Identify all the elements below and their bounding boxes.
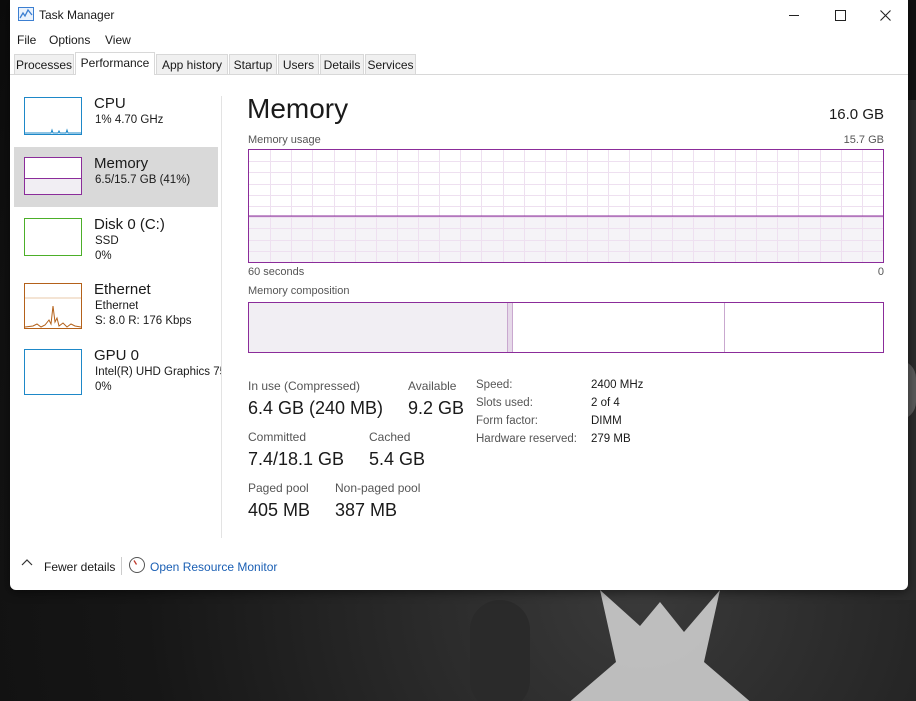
- sidebar-disk-name: Disk 0 (C:): [94, 216, 165, 233]
- tab-startup[interactable]: Startup: [229, 54, 277, 74]
- memory-composition-label: Memory composition: [248, 285, 350, 297]
- time-axis-label: 60 seconds: [248, 266, 305, 278]
- tab-services[interactable]: Services: [365, 54, 416, 74]
- sidebar-ethernet-adapter: Ethernet: [95, 300, 139, 312]
- memory-total: 16.0 GB: [828, 106, 884, 123]
- memory-detail-panel: Memory 16.0 GB Memory usage 15.7 GB 60 s…: [247, 88, 888, 538]
- resource-monitor-icon[interactable]: [129, 557, 145, 573]
- wallpaper-shape: [470, 600, 530, 701]
- chevron-up-icon[interactable]: [21, 558, 33, 568]
- tab-app-history[interactable]: App history: [156, 54, 228, 74]
- disk-thumbnail-graph: [24, 218, 82, 256]
- sidebar-gpu-usage: 0%: [95, 381, 112, 393]
- committed-value: 7.4/18.1 GB: [248, 449, 345, 469]
- minimize-icon: [789, 14, 799, 16]
- menu-bar: File Options View: [10, 30, 908, 50]
- title-bar[interactable]: Task Manager: [10, 0, 908, 30]
- maximize-button[interactable]: [817, 0, 863, 30]
- tab-details[interactable]: Details: [320, 54, 364, 74]
- page-title: Memory: [247, 93, 349, 124]
- sidebar-memory-name: Memory: [94, 155, 149, 172]
- memory-composition-bar: [248, 302, 884, 353]
- close-button[interactable]: [862, 0, 908, 30]
- available-label: Available: [408, 379, 457, 393]
- sidebar-item-cpu[interactable]: CPU 1% 4.70 GHz: [14, 88, 218, 148]
- tab-bar: Processes Performance App history Startu…: [10, 52, 908, 75]
- memory-usage-graph: [248, 149, 884, 263]
- sidebar-disk-usage: 0%: [95, 250, 112, 262]
- form-factor-value: DIMM: [591, 415, 622, 427]
- sidebar-divider: [221, 96, 222, 538]
- time-axis-end: 0: [877, 266, 884, 278]
- committed-label: Committed: [248, 430, 307, 444]
- task-manager-icon: [18, 7, 34, 21]
- nonpaged-pool-label: Non-paged pool: [335, 481, 421, 495]
- in-use-value: 6.4 GB (240 MB): [248, 398, 384, 418]
- sidebar-ethernet-throughput: S: 8.0 R: 176 Kbps: [95, 315, 192, 327]
- fewer-details-button[interactable]: Fewer details: [44, 560, 115, 574]
- tab-users[interactable]: Users: [278, 54, 319, 74]
- sidebar-item-memory[interactable]: Memory 6.5/15.7 GB (41%): [14, 147, 218, 207]
- maximize-icon: [834, 9, 846, 21]
- available-value: 9.2 GB: [408, 398, 465, 418]
- window-title: Task Manager: [39, 8, 115, 22]
- footer-bar: Fewer details Open Resource Monitor: [10, 552, 908, 580]
- sidebar-cpu-name: CPU: [94, 95, 126, 112]
- cpu-thumbnail-graph: [24, 97, 82, 135]
- menu-view[interactable]: View: [105, 33, 131, 47]
- sidebar-gpu-model: Intel(R) UHD Graphics 750: [95, 366, 221, 378]
- sidebar-gpu-name: GPU 0: [94, 347, 140, 364]
- sidebar-item-disk[interactable]: Disk 0 (C:) SSD 0%: [14, 208, 218, 270]
- footer-separator: [121, 557, 122, 575]
- composition-modified: [508, 303, 513, 352]
- composition-standby-divider: [724, 303, 725, 352]
- hardware-reserved-value: 279 MB: [591, 433, 631, 445]
- sidebar-item-ethernet[interactable]: Ethernet Ethernet S: 8.0 R: 176 Kbps: [14, 274, 218, 336]
- nonpaged-pool-value: 387 MB: [335, 500, 398, 520]
- task-manager-window: Task Manager File Options View Processes…: [10, 0, 908, 590]
- hardware-reserved-label: Hardware reserved:: [476, 433, 577, 445]
- paged-pool-value: 405 MB: [248, 500, 311, 520]
- paged-pool-label: Paged pool: [248, 481, 309, 495]
- cached-value: 5.4 GB: [369, 449, 426, 469]
- close-icon: [879, 9, 891, 21]
- memory-thumbnail-graph: [24, 157, 82, 195]
- tab-processes[interactable]: Processes: [14, 54, 74, 74]
- memory-usage-label: Memory usage: [248, 134, 321, 146]
- form-factor-label: Form factor:: [476, 415, 538, 427]
- menu-file[interactable]: File: [17, 33, 36, 47]
- open-resource-monitor-link[interactable]: Open Resource Monitor: [150, 560, 277, 574]
- cached-label: Cached: [369, 430, 411, 444]
- sidebar-memory-detail: 6.5/15.7 GB (41%): [95, 174, 191, 186]
- sidebar-cpu-detail: 1% 4.70 GHz: [95, 114, 164, 126]
- memory-usage-max: 15.7 GB: [843, 134, 884, 146]
- wallpaper-shape: [560, 590, 760, 701]
- tab-performance[interactable]: Performance: [75, 52, 155, 75]
- speed-value: 2400 MHz: [591, 379, 644, 391]
- slots-value: 2 of 4: [591, 397, 620, 409]
- in-use-label: In use (Compressed): [248, 379, 361, 393]
- minimize-button[interactable]: [771, 0, 817, 30]
- sidebar-ethernet-name: Ethernet: [94, 281, 151, 298]
- performance-sidebar: CPU 1% 4.70 GHz Memory 6.5/15.7 GB (41%)…: [14, 88, 221, 538]
- menu-options[interactable]: Options: [49, 33, 90, 47]
- slots-label: Slots used:: [476, 397, 533, 409]
- sidebar-item-gpu[interactable]: GPU 0 Intel(R) UHD Graphics 750 0%: [14, 340, 221, 402]
- composition-in-use: [249, 303, 508, 352]
- gpu-thumbnail-graph: [24, 349, 82, 395]
- speed-label: Speed:: [476, 379, 513, 391]
- sidebar-disk-type: SSD: [95, 235, 119, 247]
- ethernet-thumbnail-graph: [24, 283, 82, 329]
